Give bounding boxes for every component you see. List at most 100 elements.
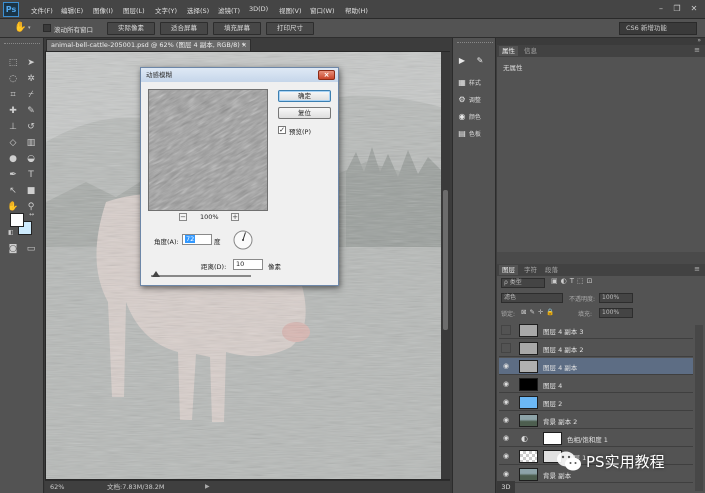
document-tab[interactable]: animal-bell-cattle-205001.psd @ 62% (图层 …	[46, 39, 251, 51]
path-selection-tool-icon[interactable]: ↖	[6, 184, 20, 198]
distance-input[interactable]: 10	[233, 259, 263, 270]
menu-help[interactable]: 帮助(H)	[345, 5, 368, 15]
layer-row[interactable]: ◉ ◐ 色相/饱和度 1	[499, 430, 693, 447]
status-menu-arrow-icon[interactable]: ▶	[205, 481, 210, 493]
healing-brush-tool-icon[interactable]: ✚	[6, 104, 20, 118]
ok-button[interactable]: 确定	[278, 90, 331, 102]
eye-icon[interactable]: ◉	[501, 469, 511, 479]
menu-3d[interactable]: 3D(D)	[249, 5, 268, 13]
layer-filter-select[interactable]: ρ 类型	[501, 278, 545, 288]
restore-button[interactable]: ❐	[671, 3, 683, 15]
eraser-tool-icon[interactable]: ◇	[6, 136, 20, 150]
fit-screen-button[interactable]: 适合屏幕	[160, 22, 208, 35]
move-tool-icon[interactable]: ➤	[24, 56, 38, 70]
layer-row[interactable]: 图层 4 副本 3	[499, 322, 693, 339]
reset-button[interactable]: 复位	[278, 107, 331, 119]
lasso-tool-icon[interactable]: ◌	[6, 72, 20, 86]
actual-pixels-button[interactable]: 实际像素	[107, 22, 155, 35]
screen-mode-icon[interactable]: ▭	[24, 242, 38, 256]
pen-tool-icon[interactable]: ✒	[6, 168, 20, 182]
minimize-button[interactable]: –	[655, 3, 667, 15]
eyedropper-tool-icon[interactable]: ⌿	[24, 88, 38, 102]
layer-filter-icons[interactable]: ▣◐T⬚⊡	[551, 277, 595, 285]
layer-row[interactable]: ◉ 图层 4	[499, 376, 693, 393]
fill-input[interactable]: 100%	[599, 308, 633, 318]
gradient-tool-icon[interactable]: ▥	[24, 136, 38, 150]
dialog-close-button[interactable]: ×	[318, 70, 335, 80]
tab-3d[interactable]: 3D	[497, 481, 515, 493]
eye-icon[interactable]: ◉	[501, 379, 511, 389]
document-info[interactable]: 文档:7.83M/38.2M	[107, 481, 165, 493]
preview-zoom-in-button[interactable]: +	[231, 213, 239, 221]
menu-view[interactable]: 视图(V)	[279, 5, 302, 15]
panel-collapse-icon[interactable]: »	[697, 37, 701, 44]
shape-tool-icon[interactable]: ■	[24, 184, 38, 198]
layer-visibility-icon[interactable]	[501, 343, 511, 353]
swap-colors-icon[interactable]: ↔	[29, 211, 34, 218]
toolbar-grip[interactable]	[4, 43, 40, 46]
default-colors-icon[interactable]: ◧	[8, 229, 14, 236]
properties-menu-icon[interactable]: ≡	[694, 46, 700, 54]
layer-row[interactable]: 图层 4 副本 2	[499, 340, 693, 357]
workspace-selector[interactable]: CS6 新增功能	[619, 22, 697, 35]
menu-window[interactable]: 窗口(W)	[310, 5, 335, 15]
menu-file[interactable]: 文件(F)	[31, 5, 53, 15]
type-tool-icon[interactable]: T	[24, 168, 38, 182]
menu-filter[interactable]: 滤镜(T)	[218, 5, 240, 15]
eye-icon[interactable]: ◉	[501, 397, 511, 407]
preview-checkbox[interactable]: ✓	[278, 126, 286, 134]
layers-scrollbar[interactable]	[695, 325, 703, 491]
strip-grip[interactable]	[457, 42, 493, 43]
tab-character[interactable]: 字符	[521, 265, 540, 275]
hand-tool-icon[interactable]: ✋	[14, 22, 26, 33]
canvas-scroll-thumb[interactable]	[443, 190, 448, 330]
layer-visibility-icon[interactable]	[501, 325, 511, 335]
magic-wand-tool-icon[interactable]: ✲	[24, 72, 38, 86]
marquee-tool-icon[interactable]: ⬚	[6, 56, 20, 70]
print-size-button[interactable]: 打印尺寸	[266, 22, 314, 35]
distance-slider-thumb[interactable]	[152, 271, 160, 277]
tab-paragraph[interactable]: 段落	[542, 265, 561, 275]
eye-icon[interactable]: ◉	[501, 433, 511, 443]
dodge-tool-icon[interactable]: ◒	[24, 152, 38, 166]
scroll-all-checkbox[interactable]	[43, 24, 51, 32]
clone-stamp-tool-icon[interactable]: ⊥	[6, 120, 20, 134]
menu-layer[interactable]: 图层(L)	[123, 5, 145, 15]
strip-swatches[interactable]: ▤ 色板	[457, 129, 495, 143]
preview-zoom-out-button[interactable]: −	[179, 213, 187, 221]
distance-slider-track[interactable]	[151, 275, 251, 277]
eye-icon[interactable]: ◉	[501, 451, 511, 461]
tab-layers[interactable]: 图层	[499, 265, 518, 275]
layers-menu-icon[interactable]: ≡	[694, 265, 700, 273]
eye-icon[interactable]: ◉	[501, 361, 511, 371]
quick-mask-icon[interactable]: ◙	[6, 242, 20, 256]
fill-screen-button[interactable]: 填充屏幕	[213, 22, 261, 35]
layer-row[interactable]: ◉ 背景 副本 2	[499, 412, 693, 429]
brush-tool-icon[interactable]: ✎	[24, 104, 38, 118]
zoom-level[interactable]: 62%	[50, 481, 64, 493]
tab-info[interactable]: 信息	[521, 46, 540, 56]
menu-edit[interactable]: 编辑(E)	[61, 5, 83, 15]
close-app-button[interactable]: ✕	[688, 3, 700, 15]
layer-row[interactable]: ◉ 图层 2	[499, 394, 693, 411]
history-brush-tool-icon[interactable]: ↺	[24, 120, 38, 134]
document-tab-close-icon[interactable]: ×	[242, 40, 247, 51]
tab-properties[interactable]: 属性	[499, 46, 518, 56]
properties-panel-header[interactable]	[497, 38, 705, 45]
menu-type[interactable]: 文字(Y)	[155, 5, 177, 15]
menu-image[interactable]: 图像(I)	[93, 5, 113, 15]
opacity-input[interactable]: 100%	[599, 293, 633, 303]
strip-color[interactable]: ◉ 颜色	[457, 112, 495, 126]
blur-tool-icon[interactable]: ●	[6, 152, 20, 166]
strip-styles[interactable]: ▦ 样式	[457, 78, 495, 92]
lock-icons[interactable]: ⊠✎✛🔒	[521, 308, 557, 316]
layer-row-selected[interactable]: ◉ 图层 4 副本	[499, 358, 693, 375]
strip-adjustments[interactable]: ⚙ 调整	[457, 95, 495, 109]
menu-select[interactable]: 选择(S)	[187, 5, 209, 15]
angle-input[interactable]: 72	[182, 234, 212, 245]
blend-mode-select[interactable]: 滤色	[501, 293, 563, 303]
crop-tool-icon[interactable]: ⌗	[6, 88, 20, 102]
filter-preview[interactable]	[148, 89, 268, 211]
hand-tool-icon[interactable]: ✋	[6, 200, 20, 214]
angle-dial[interactable]	[233, 230, 253, 250]
